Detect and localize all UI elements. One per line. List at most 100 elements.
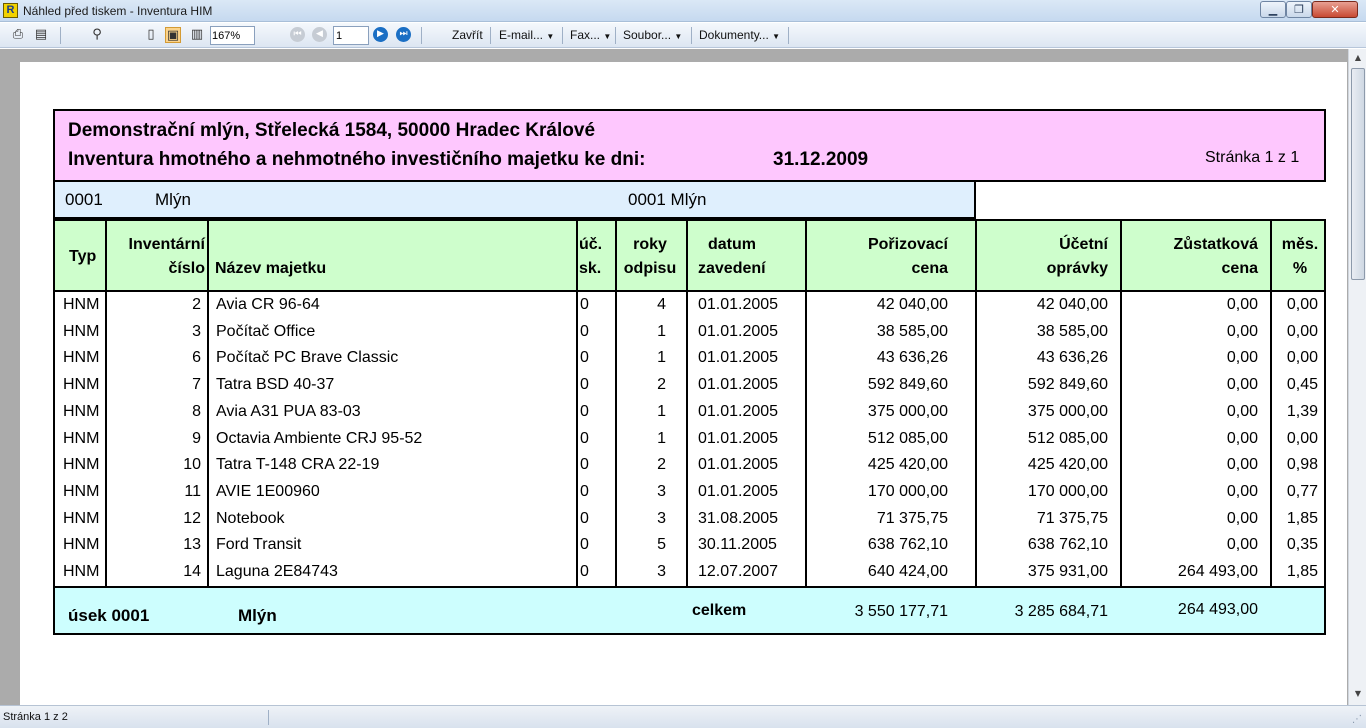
cell-ucet: 592 849,60 [1027,376,1108,394]
cell-mes: 1,39 [1286,402,1318,420]
cell-poriz: 592 849,60 [867,376,948,394]
email-menu-button[interactable]: E-mail... ▼ [499,28,554,42]
cell-mes: 1,85 [1286,509,1318,527]
two-pages-icon[interactable]: ▥ [189,27,205,43]
cell-roky: 4 [657,296,666,313]
cell-cislo: 9 [192,429,201,447]
cell-poriz: 512 085,00 [867,429,948,447]
close-preview-button[interactable]: Zavřít [452,28,483,42]
minimize-button[interactable]: ▁ [1260,1,1286,18]
cell-roky: 3 [657,482,666,500]
previous-page-icon[interactable]: ◀ [312,27,327,42]
cell-zust: 0,00 [1226,456,1258,474]
cell-cislo: 14 [183,563,201,580]
section-full-name: 0001 Mlýn [628,190,707,209]
cell-uc: 0 [580,509,589,527]
cell-ucet: 170 000,00 [1027,482,1108,500]
page-number-input[interactable] [333,26,369,45]
cell-mes: 0,00 [1286,349,1318,367]
cell-ucet: 43 636,26 [1036,349,1108,367]
cell-uc: 0 [580,376,589,394]
col-roky-line1: roky [633,236,667,253]
documents-menu-label: Dokumenty... [699,28,769,42]
dropdown-arrow-icon: ▼ [772,32,781,41]
report-title: Inventura hmotného a nehmotného investič… [68,149,646,170]
col-datum-line2: zavedení [698,260,766,277]
column-divider [1270,221,1272,290]
report-page: Demonstrační mlýn, Střelecká 1584, 50000… [20,62,1347,705]
page-width-icon[interactable]: ▣ [165,27,181,43]
cell-ucet: 42 040,00 [1036,296,1108,313]
cell-ucet: 512 085,00 [1027,429,1108,447]
column-divider [207,221,209,290]
documents-menu-button[interactable]: Dokumenty... ▼ [699,28,780,42]
vertical-scrollbar[interactable]: ▲ ▼ [1348,49,1366,705]
cell-roky: 1 [657,349,666,367]
print-setup-icon[interactable]: ▤ [33,27,49,43]
toolbar-separator [60,27,61,44]
total-celkem: celkem [692,602,747,619]
last-page-icon[interactable]: ⏭ [396,27,411,42]
dropdown-arrow-icon: ▼ [603,32,612,41]
maximize-button[interactable]: ❐ [1286,1,1312,18]
cell-ucet: 71 375,75 [1036,509,1108,527]
cell-roky: 1 [657,402,666,420]
cell-roky: 2 [657,456,666,474]
cell-roky: 1 [657,429,666,447]
next-page-icon[interactable]: ▶ [373,27,388,42]
fax-menu-button[interactable]: Fax... ▼ [570,28,611,42]
zoom-input[interactable] [210,26,255,45]
one-page-icon[interactable]: ▯ [143,27,159,43]
first-page-icon[interactable]: ⏮ [290,27,305,42]
cell-typ: HNM [63,509,100,527]
table-row: HNM 10 Tatra T-148 CRA 22-19 0 2 01.01.2005 42… [55,452,1324,479]
cell-cislo: 8 [192,402,201,420]
cell-uc: 0 [580,536,589,554]
cell-cislo: 13 [183,536,201,554]
cell-mes: 0,98 [1286,456,1318,474]
print-icon[interactable]: ⎙ [10,27,26,43]
title-bar: R Náhled před tiskem - Inventura HIM ▁ ❐… [0,0,1366,22]
col-uc-line1: úč. [579,236,603,253]
table-row: HNM 14 Laguna 2E84743 0 3 12.07.2007 640 424,0… [55,559,1324,586]
resize-grip-icon[interactable]: ⋰ [1352,714,1362,725]
cell-roky: 2 [657,376,666,394]
cell-typ: HNM [63,563,100,580]
file-menu-button[interactable]: Soubor... ▼ [623,28,682,42]
cell-poriz: 38 585,00 [876,322,948,340]
cell-zust: 0,00 [1226,482,1258,500]
col-inventarni-line1: Inventární [128,236,205,253]
status-bar: Stránka 1 z 2 ⋰ [0,705,1366,728]
cell-poriz: 42 040,00 [876,296,948,313]
col-poriz-line1: Pořizovací [867,236,948,253]
col-zust-line2: cena [1221,260,1258,277]
cell-nazev: Tatra BSD 40-37 [216,376,335,394]
scrollbar-thumb[interactable] [1351,68,1365,280]
col-mes-line2: % [1292,260,1308,277]
column-divider [1120,221,1122,290]
cell-roky: 3 [657,563,666,580]
cell-cislo: 10 [183,456,201,474]
cell-zust: 0,00 [1226,322,1258,340]
cell-datum: 01.01.2005 [698,402,779,420]
find-icon[interactable]: ⚲ [89,27,105,43]
cell-typ: HNM [63,296,100,313]
cell-roky: 5 [657,536,666,554]
cell-nazev: Octavia Ambiente CRJ 95-52 [216,429,423,447]
cell-zust: 0,00 [1226,349,1258,367]
table-row: HNM 13 Ford Transit 0 5 30.11.2005 638 762,10 6… [55,532,1324,559]
window-title: Náhled před tiskem - Inventura HIM [23,4,213,18]
cell-roky: 1 [657,322,666,340]
cell-datum: 01.01.2005 [698,482,779,500]
scroll-up-icon[interactable]: ▲ [1350,50,1366,66]
cell-roky: 3 [657,509,666,527]
cell-mes: 0,77 [1286,482,1318,500]
cell-datum: 31.08.2005 [698,509,779,527]
cell-typ: HNM [63,322,100,340]
cell-zust: 0,00 [1226,536,1258,554]
close-window-button[interactable]: ✕ [1312,1,1358,18]
cell-mes: 1,85 [1286,563,1318,580]
total-label: úsek 0001 [68,606,150,625]
scroll-down-icon[interactable]: ▼ [1350,686,1366,702]
cell-nazev: Avia A31 PUA 83-03 [216,402,361,420]
